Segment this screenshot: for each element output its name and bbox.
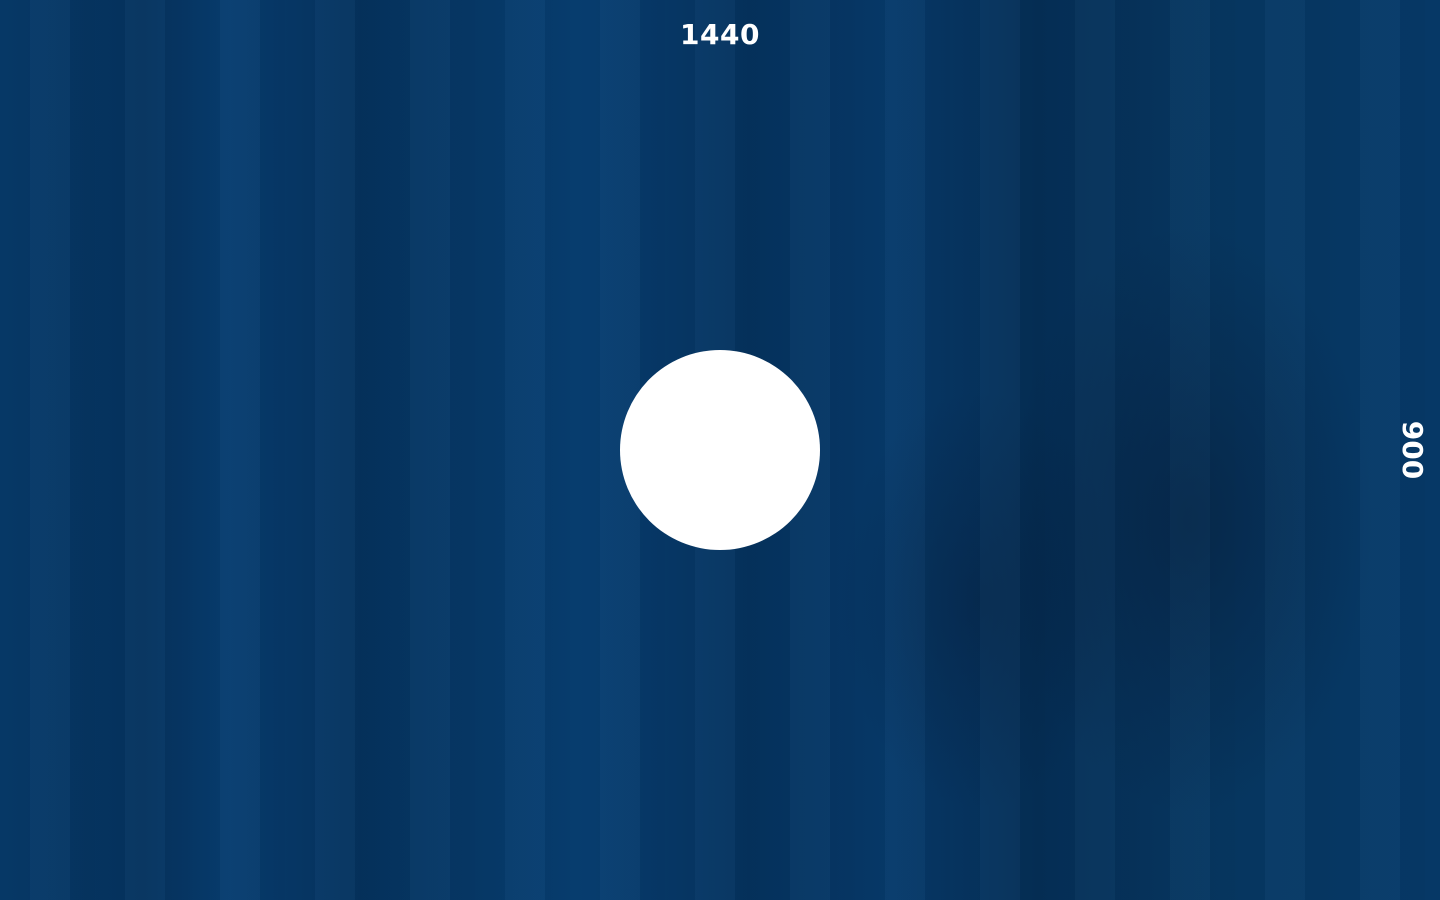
center-circle	[620, 350, 820, 550]
height-label: 900	[1396, 420, 1429, 480]
width-label: 1440	[680, 18, 760, 51]
